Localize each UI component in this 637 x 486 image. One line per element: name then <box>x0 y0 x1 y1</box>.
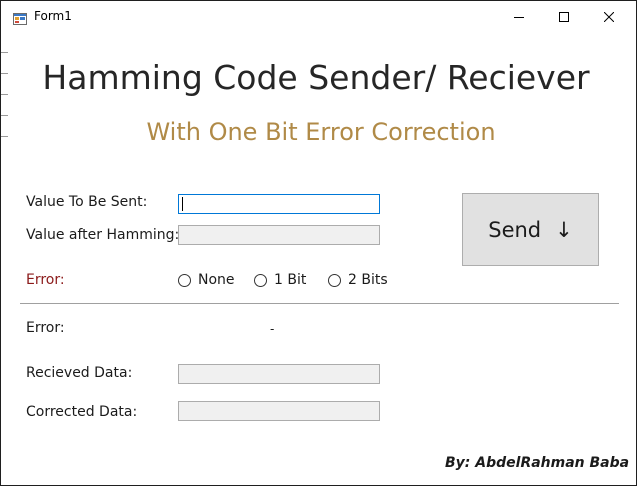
down-arrow-icon: ↓ <box>555 217 573 242</box>
corrected-data-label: Corrected Data: <box>26 404 138 420</box>
received-data-label: Recieved Data: <box>26 365 133 381</box>
text-caret <box>182 197 183 211</box>
value-to-send-label: Value To Be Sent: <box>26 194 148 210</box>
page-title: Hamming Code Sender/ Reciever <box>42 58 590 97</box>
radio-circle-icon <box>178 273 191 287</box>
radio-circle-icon <box>254 273 267 287</box>
value-to-send-input[interactable] <box>178 194 380 214</box>
close-button[interactable] <box>586 1 632 32</box>
send-button[interactable]: Send ↓ <box>462 193 599 266</box>
title-bar[interactable]: Form1 <box>1 1 636 32</box>
page-subtitle: With One Bit Error Correction <box>146 118 496 146</box>
winforms-app-icon <box>13 10 27 25</box>
maximize-button[interactable] <box>541 1 587 32</box>
window-title: Form1 <box>34 9 72 23</box>
corrected-data-field[interactable] <box>178 401 380 421</box>
section-divider <box>20 303 619 304</box>
radio-1-bit[interactable]: 1 Bit <box>254 272 306 288</box>
error-result-value: - <box>270 322 275 336</box>
value-after-hamming-label: Value after Hamming: <box>26 227 180 243</box>
radio-none[interactable]: None <box>178 272 235 288</box>
form-client-area: Hamming Code Sender/ Reciever With One B… <box>1 32 636 485</box>
minimize-icon <box>514 12 524 22</box>
maximize-icon <box>559 11 569 22</box>
author-credit: By: AbdelRahman Baba <box>445 455 630 471</box>
value-after-hamming-field[interactable] <box>178 225 380 245</box>
error-result-label: Error: <box>26 320 65 336</box>
radio-2-bits[interactable]: 2 Bits <box>328 272 388 288</box>
send-button-label: Send <box>488 217 542 242</box>
close-icon <box>604 11 614 22</box>
error-option-label: Error: <box>26 272 65 288</box>
app-window: Form1 Hamming Code Sender/ Reciever With… <box>0 0 637 486</box>
received-data-field[interactable] <box>178 364 380 384</box>
minimize-button[interactable] <box>496 1 542 32</box>
radio-circle-icon <box>328 273 341 287</box>
